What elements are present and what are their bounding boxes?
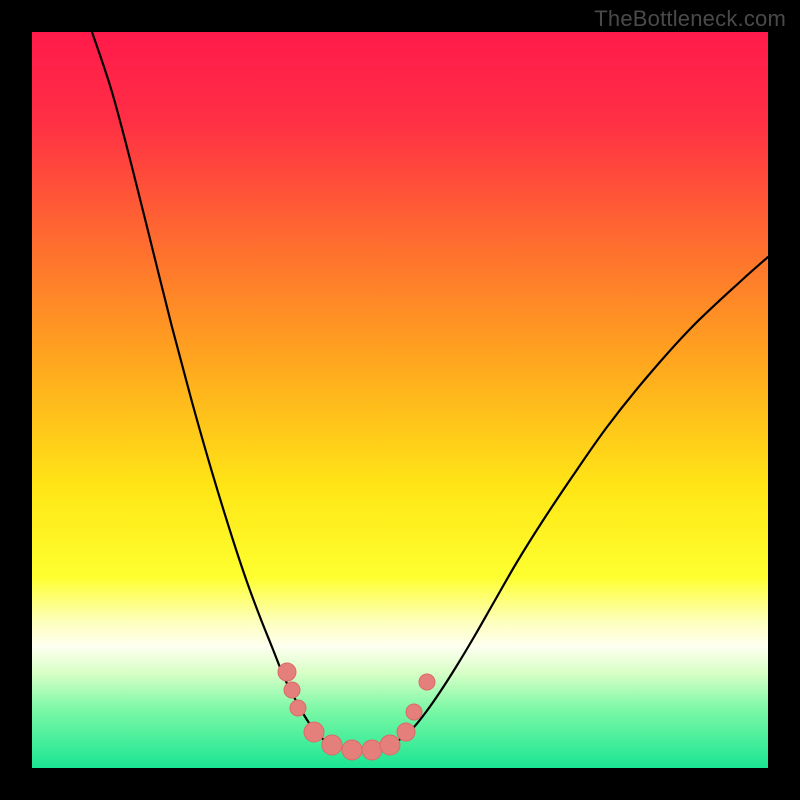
data-marker bbox=[419, 674, 435, 690]
data-marker bbox=[342, 740, 362, 760]
data-marker bbox=[380, 735, 400, 755]
chart-frame: TheBottleneck.com bbox=[0, 0, 800, 800]
plot-area bbox=[32, 32, 768, 768]
watermark-text: TheBottleneck.com bbox=[594, 6, 786, 32]
data-marker bbox=[406, 704, 422, 720]
data-marker bbox=[290, 700, 306, 716]
data-marker bbox=[278, 663, 296, 681]
bottleneck-curve bbox=[32, 32, 768, 768]
data-marker bbox=[397, 723, 415, 741]
data-marker bbox=[304, 722, 324, 742]
data-marker bbox=[322, 735, 342, 755]
data-marker bbox=[362, 740, 382, 760]
data-marker bbox=[284, 682, 300, 698]
